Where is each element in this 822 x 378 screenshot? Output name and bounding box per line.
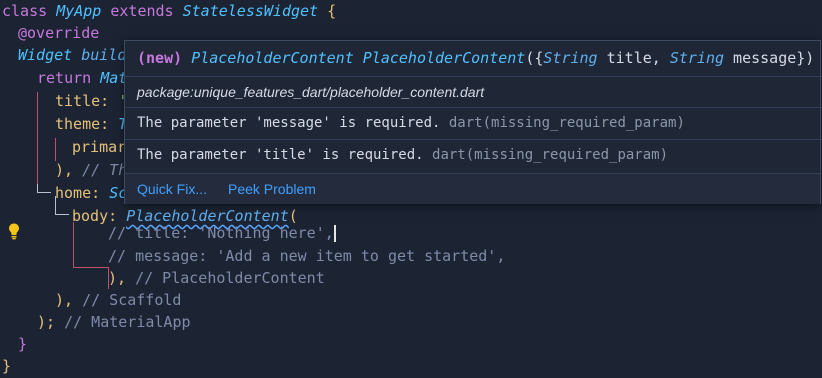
param-name: title, [597, 49, 670, 67]
code-line-5: title: ' [55, 90, 127, 113]
lightbulb-icon[interactable] [6, 222, 22, 240]
code-line-6: theme: T [55, 113, 127, 136]
code-line-12: // message: 'Add a new item to get start… [108, 245, 505, 268]
token: ), [55, 161, 74, 179]
tree-guide [37, 184, 38, 192]
token: extends [110, 2, 174, 20]
code-line-13: ), // PlaceholderContent [108, 267, 325, 290]
error-code: dart(missing_required_param) [448, 115, 685, 131]
peek-problem-link[interactable]: Peek Problem [228, 174, 316, 204]
tree-guide [55, 214, 69, 215]
error-text: The parameter 'title' is required. [137, 147, 424, 163]
code-line-4: return Mat [37, 67, 127, 90]
signature: (new) PlaceholderContent PlaceholderCont… [125, 41, 822, 75]
tree-guide [37, 192, 51, 193]
hover-popup: (new) PlaceholderContent PlaceholderCont… [124, 40, 822, 204]
code-line-15: ); // MaterialApp [37, 311, 191, 334]
token: // PlaceholderContent [135, 269, 325, 287]
token: build [81, 46, 127, 64]
code-line-11: // title: 'Nothing here', [108, 222, 336, 245]
token: StatelessWidget [182, 2, 319, 20]
package-path: package:unique_features_dart/placeholder… [125, 76, 822, 107]
error-message: The parameter 'message' is required. dar… [125, 107, 822, 139]
indent-guide [55, 138, 56, 161]
code-line-2: @override [18, 22, 99, 45]
code-line-3: Widget build [18, 44, 126, 67]
token: // title: 'Nothing here', [108, 224, 334, 242]
class-name: PlaceholderContent [191, 49, 354, 67]
new-keyword: (new) [137, 49, 183, 67]
token: return [37, 69, 92, 87]
code-line-7: primar [72, 136, 126, 159]
text-cursor [333, 225, 336, 242]
token: ); [37, 313, 56, 331]
param-type: String [669, 49, 725, 67]
hover-actions: Quick Fix... Peek Problem [125, 173, 820, 204]
token: class [2, 2, 48, 20]
token: { [327, 2, 337, 20]
token: home: [55, 184, 101, 202]
token: ), [108, 269, 127, 287]
token: } [2, 357, 12, 375]
error-code: dart(missing_required_param) [432, 147, 669, 163]
token: MyApp [56, 2, 102, 20]
token: // Th [82, 161, 128, 179]
params-open: ({ [525, 49, 544, 67]
token: // message: 'Add a new item to get start… [108, 247, 506, 265]
param-type: String [543, 49, 598, 67]
token: primar [72, 138, 127, 156]
token: theme: [55, 115, 110, 133]
error-text: The parameter 'message' is required. [137, 115, 441, 131]
indent-guide [73, 222, 74, 268]
token: // MaterialApp [64, 313, 191, 331]
token: } [18, 335, 28, 353]
indent-guide [73, 267, 109, 268]
constructor-name: PlaceholderContent [362, 49, 526, 67]
indent-guide [37, 92, 38, 184]
token: // Scaffold [82, 291, 182, 309]
token: ), [55, 291, 74, 309]
error-message: The parameter 'title' is required. dart(… [125, 139, 822, 171]
code-line-1: class MyApp extends StatelessWidget { [2, 0, 336, 23]
token: @override [18, 24, 100, 42]
quick-fix-link[interactable]: Quick Fix... [137, 174, 207, 204]
code-line-14: ), // Scaffold [55, 289, 181, 312]
code-line-17: } [2, 355, 11, 378]
code-line-16: } [18, 333, 27, 356]
param-name: message}) [724, 49, 815, 67]
code-line-9: home: Sc [55, 182, 127, 205]
token: title: [55, 92, 110, 110]
code-line-8: ), // Th [55, 159, 127, 182]
token: Widget [18, 46, 73, 64]
